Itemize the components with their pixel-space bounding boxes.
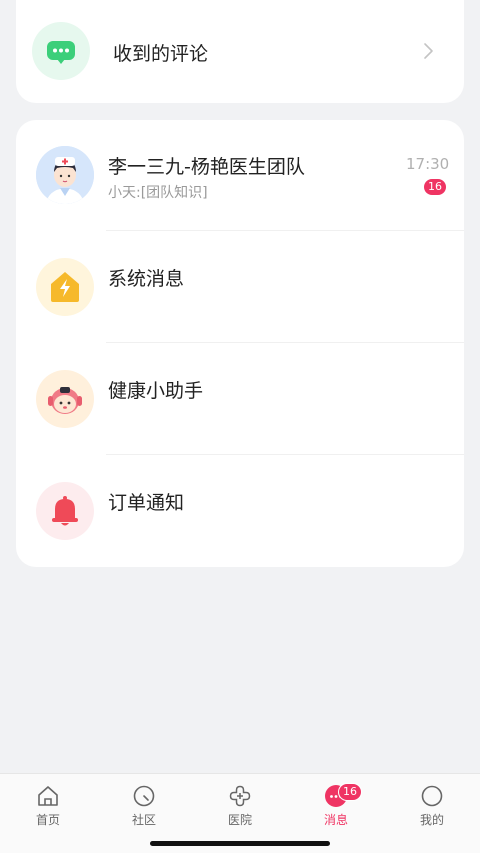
order-icon-circle — [36, 482, 94, 540]
chevron-right-icon — [424, 43, 433, 59]
community-icon — [132, 784, 156, 808]
health-assistant-title: 健康小助手 — [108, 380, 204, 402]
conversation-time: 17:30 — [406, 155, 450, 173]
home-indicator — [150, 841, 330, 846]
system-icon-circle — [36, 258, 94, 316]
tab-profile[interactable]: 我的 — [384, 774, 480, 834]
list-item-health-assistant[interactable]: 健康小助手 — [16, 344, 464, 456]
divider — [106, 342, 464, 343]
tab-community[interactable]: 社区 — [96, 774, 192, 834]
home-icon — [36, 784, 60, 808]
conversation-preview: 小天:[团队知识] — [108, 185, 208, 201]
divider — [106, 454, 464, 455]
unread-badge: 16 — [424, 179, 446, 195]
comments-icon-circle — [32, 22, 90, 80]
assistant-mascot-icon — [48, 387, 82, 414]
tab-label: 消息 — [323, 813, 348, 827]
tab-label: 社区 — [131, 813, 156, 827]
tab-hospital[interactable]: 医院 — [192, 774, 288, 834]
tab-home[interactable]: 首页 — [0, 774, 96, 834]
list-item-doctor-team[interactable]: 李一三九-杨艳医生团队 小天:[团队知识] 17:30 16 — [16, 120, 464, 232]
tab-label: 医院 — [227, 813, 252, 827]
hospital-icon — [228, 784, 252, 808]
message-list-card: 李一三九-杨艳医生团队 小天:[团队知识] 17:30 16 系统消息 健康小助… — [16, 120, 464, 567]
comments-card[interactable]: 收到的评论 — [16, 0, 464, 103]
chat-bubble-icon — [47, 41, 75, 64]
tab-messages[interactable]: 16 消息 — [288, 774, 384, 834]
tab-unread-badge: 16 — [338, 783, 362, 801]
doctor-avatar — [36, 146, 94, 204]
system-messages-title: 系统消息 — [108, 268, 185, 290]
assistant-icon-circle — [36, 370, 94, 428]
profile-icon — [420, 784, 444, 808]
comments-label: 收到的评论 — [113, 43, 209, 65]
conversation-title: 李一三九-杨艳医生团队 — [108, 156, 305, 178]
tab-label: 我的 — [419, 813, 444, 827]
list-item-order-notifications[interactable]: 订单通知 — [16, 456, 464, 568]
bell-icon — [52, 496, 78, 526]
order-notifications-title: 订单通知 — [108, 492, 185, 514]
list-item-system-messages[interactable]: 系统消息 — [16, 232, 464, 344]
tab-label: 首页 — [35, 813, 60, 827]
doctor-avatar-icon — [36, 146, 94, 204]
lightning-house-icon — [51, 272, 79, 302]
divider — [106, 230, 464, 231]
